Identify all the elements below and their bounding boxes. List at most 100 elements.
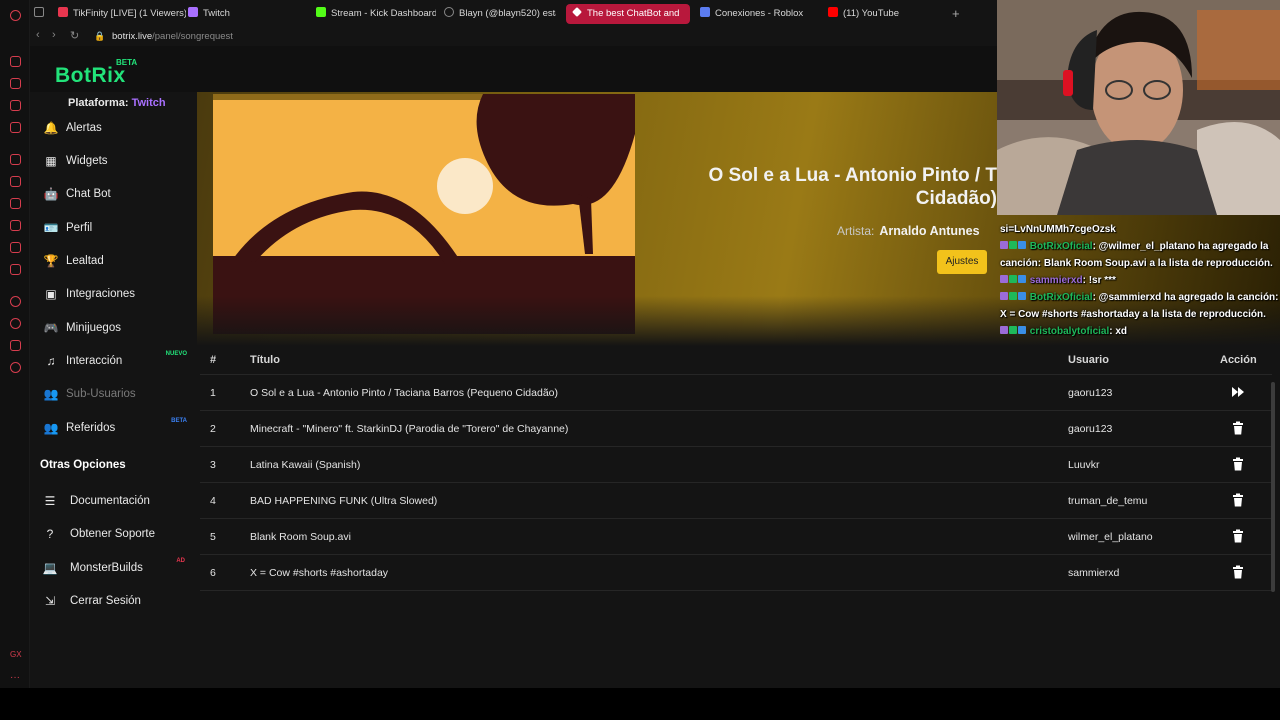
logo-beta-badge: BETA xyxy=(116,58,138,67)
tab-blayn[interactable]: Blayn (@blayn520) está L xyxy=(444,4,556,24)
webcam-overlay xyxy=(997,0,1280,215)
sidebar-item-label: Referidos xyxy=(66,422,116,434)
sidebar-badge: BETA xyxy=(171,418,187,424)
row-number: 2 xyxy=(210,423,216,435)
new-tab-plus-icon[interactable]: + xyxy=(952,4,960,24)
skip-forward-icon[interactable] xyxy=(1230,384,1246,400)
sidebar-item-label: Cerrar Sesión xyxy=(70,595,141,607)
sidebar-item-minijuegos[interactable]: 🎮 Minijuegos xyxy=(30,316,197,342)
rail-mail-icon[interactable] xyxy=(10,100,21,111)
sidebar-item-label: Interacción xyxy=(66,355,123,367)
back-arrow-icon[interactable]: ‹ xyxy=(36,29,40,41)
botrix-logo[interactable]: BotRix xyxy=(55,64,126,88)
sidebar-other-monsterbuilds[interactable]: 💻 MonsterBuilds AD xyxy=(30,556,197,582)
rail-m-icon[interactable] xyxy=(10,122,21,133)
laptop-icon: 💻 xyxy=(42,561,58,575)
app-sidebar: Plataforma: Twitch 🔔 Alertas ▦ Widgets 🤖 Chat… xyxy=(30,92,197,688)
rail-extension-icon[interactable] xyxy=(10,340,21,351)
sidebar-item-label: Documentación xyxy=(70,495,150,507)
sidebar-item-referidos[interactable]: 👥 Referidos BETA xyxy=(30,416,197,442)
tab-kick-dashboard[interactable]: Stream - Kick Dashboard xyxy=(316,4,436,24)
rail-chat-icon[interactable] xyxy=(10,198,21,209)
sidebar-item-label: Lealtad xyxy=(66,255,104,267)
chat-text: : !sr *** xyxy=(1082,275,1116,286)
rail-bag-icon[interactable] xyxy=(10,78,21,89)
rail-notification-icon[interactable] xyxy=(10,176,21,187)
sidebar-other-cerrar-sesi-n[interactable]: ⇲ Cerrar Sesión xyxy=(30,589,197,615)
sidebar-other-documentaci-n[interactable]: ☰ Documentación xyxy=(30,489,197,515)
sidebar-item-label: Widgets xyxy=(66,155,108,167)
platform-indicator: Plataforma: Twitch xyxy=(68,97,166,109)
trash-icon[interactable] xyxy=(1230,420,1246,436)
sidebar-badge: AD xyxy=(176,558,185,564)
user-group-icon: 👥 xyxy=(43,421,59,435)
chat-message: sammierxd: !sr *** xyxy=(1000,272,1280,289)
rail-settings-icon[interactable] xyxy=(10,362,21,373)
bottom-strip xyxy=(0,688,1280,720)
rail-instagram-icon[interactable] xyxy=(10,242,21,253)
url-field[interactable]: botrix.live/panel/songrequest xyxy=(112,31,233,42)
queue-scrollbar-thumb[interactable] xyxy=(1271,382,1275,592)
chat-message: BotRixOficial: @sammierxd ha agregado la… xyxy=(1000,289,1280,323)
sidebar-item-chat-bot[interactable]: 🤖 Chat Bot xyxy=(30,182,197,208)
browser-address-bar: ‹ › ↻ 🔒 botrix.live/panel/songrequest xyxy=(30,28,998,46)
reload-icon[interactable]: ↻ xyxy=(70,29,79,42)
now-playing-artist: Artista: Arnaldo Antunes xyxy=(837,224,980,238)
chat-username: BotRixOficial xyxy=(1029,292,1093,303)
tab-tikfinity[interactable]: TikFinity [LIVE] (1 Viewers) xyxy=(58,4,186,24)
twitch-favicon-icon xyxy=(188,7,198,17)
row-title: Blank Room Soup.avi xyxy=(250,531,351,543)
chat-badge-icon xyxy=(1009,275,1017,283)
trash-icon[interactable] xyxy=(1230,528,1246,544)
tab-youtube[interactable]: (11) YouTube xyxy=(828,4,938,24)
tabs-overview-icon[interactable] xyxy=(34,4,49,24)
tab-twitch[interactable]: Twitch xyxy=(188,4,298,24)
rail-whatsapp-icon[interactable] xyxy=(10,220,21,231)
book-icon: ☰ xyxy=(44,494,56,508)
sidebar-item-label: Minijuegos xyxy=(66,322,121,334)
trash-icon[interactable] xyxy=(1230,492,1246,508)
sidebar-item-label: Sub-Usuarios xyxy=(66,388,136,400)
tab-roblox[interactable]: Conexiones - Roblox xyxy=(700,4,810,24)
forward-arrow-icon[interactable]: › xyxy=(52,29,56,41)
rail-play-icon[interactable] xyxy=(10,296,21,307)
sidebar-item-sub-usuarios[interactable]: 👥 Sub-Usuarios xyxy=(30,382,197,408)
row-number: 3 xyxy=(210,459,216,471)
sidebar-item-alertas[interactable]: 🔔 Alertas xyxy=(30,116,197,142)
row-number: 6 xyxy=(210,567,216,579)
rail-clock-icon[interactable] xyxy=(10,318,21,329)
col-header-num: # xyxy=(210,354,217,366)
queue-scrollbar[interactable] xyxy=(1269,380,1277,650)
logout-icon: ⇲ xyxy=(44,594,56,608)
sidebar-item-interacci-n[interactable]: ♫ Interacción NUEVO xyxy=(30,349,197,375)
row-user: gaoru123 xyxy=(1068,387,1113,399)
lock-icon: 🔒 xyxy=(94,31,106,41)
row-title: O Sol e a Lua - Antonio Pinto / Taciana … xyxy=(250,387,559,399)
rail-globe-icon[interactable] xyxy=(10,154,21,165)
sidebar-item-widgets[interactable]: ▦ Widgets xyxy=(30,149,197,175)
sidebar-item-integraciones[interactable]: ▣ Integraciones xyxy=(30,282,197,308)
table-row: 3 Latina Kawaii (Spanish) Luuvkr xyxy=(200,447,1272,483)
table-row: 5 Blank Room Soup.avi wilmer_el_platano xyxy=(200,519,1272,555)
rail-discord-icon[interactable] xyxy=(10,264,21,275)
plug-icon: ▣ xyxy=(45,287,57,301)
trash-icon[interactable] xyxy=(1230,564,1246,580)
sidebar-item-label: Obtener Soporte xyxy=(70,528,156,540)
tab-botrix-active[interactable]: The best ChatBot and xyxy=(566,4,690,24)
row-number: 4 xyxy=(210,495,216,507)
sidebar-other-obtener-soporte[interactable]: ? Obtener Soporte xyxy=(30,522,197,548)
sidebar-item-perfil[interactable]: 🪪 Perfil xyxy=(30,216,197,242)
sidebar-item-lealtad[interactable]: 🏆 Lealtad xyxy=(30,249,197,275)
row-title: BAD HAPPENING FUNK (Ultra Slowed) xyxy=(250,495,438,507)
chat-message: BotRixOficial: @wilmer_el_platano ha agr… xyxy=(1000,238,1280,272)
rail-gx-icon[interactable]: GX xyxy=(10,650,22,661)
rail-more-icon[interactable]: ··· xyxy=(10,672,21,683)
row-title: Minecraft - "Minero" ft. StarkinDJ (Paro… xyxy=(250,423,569,435)
browser-sidebar-rail: GX ··· xyxy=(0,0,30,720)
chat-text: : xd xyxy=(1109,326,1128,337)
browser-logo-icon[interactable] xyxy=(10,10,21,21)
settings-button[interactable]: Ajustes xyxy=(937,250,987,274)
rail-history-icon[interactable] xyxy=(10,56,21,67)
trash-icon[interactable] xyxy=(1230,456,1246,472)
chat-message: cristobalytoficial: xd xyxy=(1000,323,1280,340)
